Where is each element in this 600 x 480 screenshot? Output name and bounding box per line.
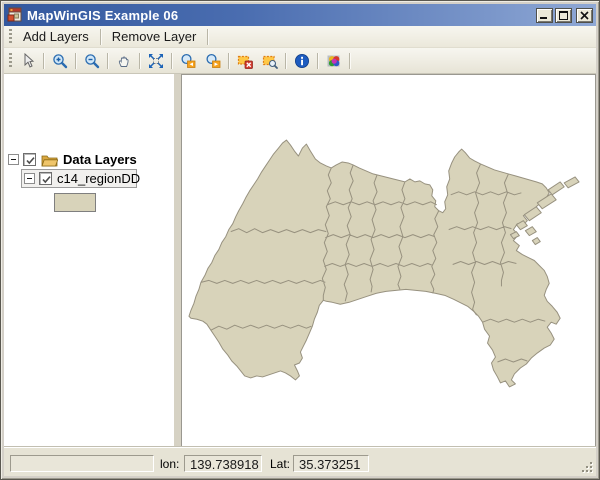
toolbar-separator <box>107 52 108 69</box>
layer-color-swatch[interactable] <box>54 193 96 212</box>
zoom-next-icon <box>205 53 220 68</box>
tree-node-data-layers: Data Layers <box>8 151 137 168</box>
layer-visibility-checkbox[interactable] <box>39 172 52 185</box>
zoom-full-extent-icon <box>148 53 163 68</box>
data-layers-checkbox[interactable] <box>23 153 36 166</box>
symbology-colors-button[interactable] <box>321 49 346 72</box>
zoom-in-icon <box>52 53 67 68</box>
zoom-previous-button[interactable] <box>175 49 200 72</box>
maximize-icon <box>559 10 568 20</box>
menu-strip: Add Layers Remove Layer <box>4 26 596 48</box>
content-area: Data Layers c14_regionDD <box>4 74 596 447</box>
toolbar-separator <box>139 52 140 69</box>
zoom-in-button[interactable] <box>47 49 72 72</box>
lon-label: lon: <box>160 457 180 471</box>
clear-selection-icon <box>237 55 253 69</box>
title-bar[interactable]: MapWinGIS Example 06 <box>4 4 596 26</box>
zoom-full-extent-button[interactable] <box>143 49 168 72</box>
pan-button[interactable] <box>111 49 136 72</box>
select-pointer-icon <box>24 52 34 68</box>
lat-value-box: 35.373251 <box>293 455 369 472</box>
identify-info-icon <box>294 53 309 68</box>
select-pointer-button[interactable] <box>15 49 40 72</box>
menu-separator <box>99 28 101 45</box>
pan-hand-icon <box>118 55 129 67</box>
app-form-icon <box>7 7 22 22</box>
map-viewport[interactable] <box>181 74 596 447</box>
collapse-node-icon[interactable] <box>24 173 35 184</box>
tree-root-label[interactable]: Data Layers <box>63 152 137 167</box>
zoom-to-selection-icon <box>262 55 278 69</box>
clear-selection-button[interactable] <box>232 49 257 72</box>
layer-name-label[interactable]: c14_regionDD <box>57 171 140 186</box>
lon-value-box: 139.738918 <box>184 455 262 472</box>
lat-label: Lat: <box>270 457 291 471</box>
symbology-colors-icon <box>327 55 339 66</box>
panel-splitter[interactable] <box>174 74 181 447</box>
zoom-out-icon <box>84 53 99 68</box>
toolbar-separator <box>317 52 318 69</box>
checkmark-icon <box>42 176 51 184</box>
close-button[interactable] <box>576 7 593 23</box>
zoom-out-button[interactable] <box>79 49 104 72</box>
tool-strip <box>4 48 596 74</box>
checkmark-icon <box>26 157 35 165</box>
status-bar: lon: 139.738918 Lat: 35.373251 <box>4 447 596 476</box>
menu-separator <box>207 28 209 45</box>
app-window: MapWinGIS Example 06 Add Layers Remove L… <box>0 0 600 480</box>
resize-grip-handle[interactable] <box>580 460 594 474</box>
map-canvas <box>188 139 580 388</box>
identify-info-button[interactable] <box>289 49 314 72</box>
zoom-to-selection-button[interactable] <box>257 49 282 72</box>
maximize-button[interactable] <box>555 7 572 23</box>
minimize-button[interactable] <box>536 7 553 23</box>
collapse-node-icon[interactable] <box>8 154 19 165</box>
toolbar-separator <box>349 52 350 69</box>
minimize-icon <box>540 16 547 19</box>
folder-icon <box>41 155 58 166</box>
zoom-previous-icon <box>180 53 195 68</box>
toolbar-separator <box>171 52 172 69</box>
toolstrip-grip-handle[interactable] <box>9 53 12 68</box>
status-panel-empty <box>10 455 154 472</box>
window-title: MapWinGIS Example 06 <box>27 7 179 23</box>
toolbar-separator <box>228 52 229 69</box>
tree-node-layer-selected[interactable]: c14_regionDD <box>21 169 140 188</box>
kanagawa-region-layer <box>188 139 580 388</box>
toolbar-separator <box>75 52 76 69</box>
zoom-next-button[interactable] <box>200 49 225 72</box>
toolbar-separator <box>43 52 44 69</box>
close-icon <box>580 10 589 20</box>
menu-item-add-layers[interactable]: Add Layers <box>15 26 97 47</box>
layers-tree-panel: Data Layers c14_regionDD <box>4 74 174 447</box>
toolbar-separator <box>285 52 286 69</box>
menu-item-remove-layer[interactable]: Remove Layer <box>104 26 205 47</box>
menustrip-grip-handle[interactable] <box>9 29 12 44</box>
